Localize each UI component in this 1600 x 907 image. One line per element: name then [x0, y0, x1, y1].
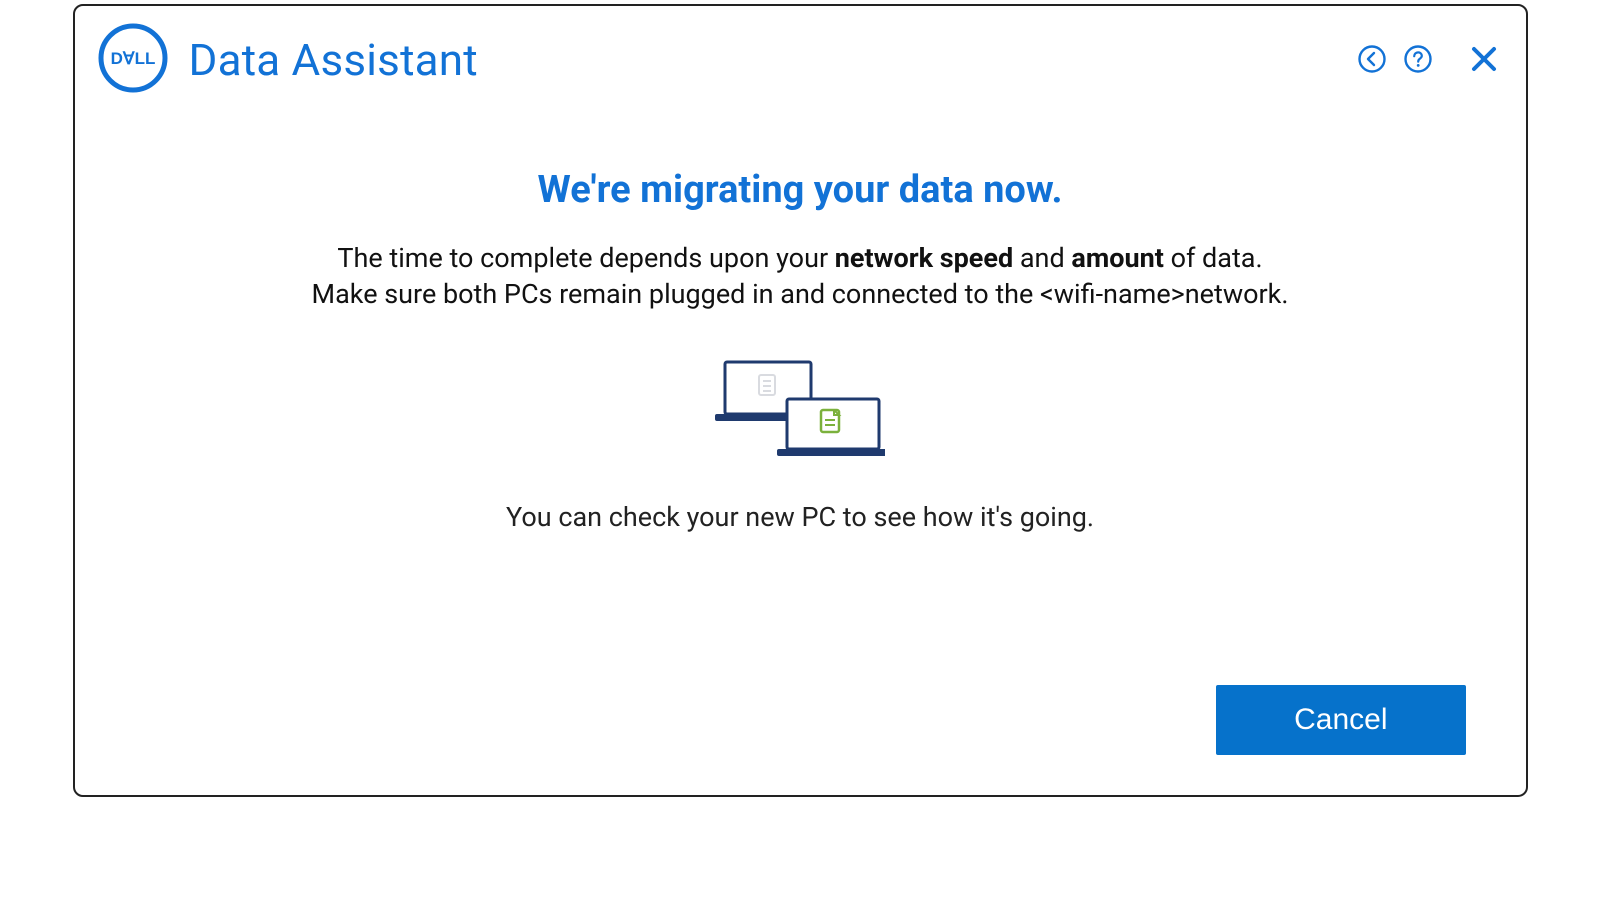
close-icon — [1469, 44, 1499, 77]
chevron-left-circle-icon — [1357, 44, 1387, 77]
brand: D∀LL Data Assistant — [97, 22, 478, 98]
app-title: Data Assistant — [189, 34, 478, 86]
wifi-name-placeholder: <wifi-name> — [1040, 278, 1185, 310]
app-window: D∀LL Data Assistant — [73, 4, 1528, 797]
header: D∀LL Data Assistant — [75, 6, 1526, 108]
main-content: We're migrating your data now. The time … — [75, 108, 1526, 533]
subtext-strong: amount — [1071, 242, 1163, 274]
header-actions — [1354, 42, 1502, 78]
subtext-part: Make sure both PCs remain plugged in and… — [312, 278, 1041, 310]
close-button[interactable] — [1466, 42, 1502, 78]
migration-illustration — [155, 357, 1446, 467]
headline: We're migrating your data now. — [155, 168, 1446, 212]
check-new-pc-text: You can check your new PC to see how it'… — [155, 501, 1446, 533]
footer: Cancel — [1216, 685, 1465, 755]
subtext-strong: network speed — [835, 242, 1013, 274]
two-laptops-icon — [715, 357, 885, 467]
help-button[interactable] — [1400, 42, 1436, 78]
subtext-part: of data. — [1164, 242, 1263, 274]
back-button[interactable] — [1354, 42, 1390, 78]
svg-text:D∀LL: D∀LL — [110, 49, 155, 68]
subtext-part: and — [1013, 242, 1071, 274]
dell-logo-icon: D∀LL — [97, 22, 169, 98]
subtext-part: The time to complete depends upon your — [337, 242, 834, 274]
subtext-part: network. — [1185, 278, 1289, 310]
help-circle-icon — [1403, 44, 1433, 77]
subtext: The time to complete depends upon your n… — [290, 240, 1310, 313]
cancel-button[interactable]: Cancel — [1216, 685, 1465, 755]
